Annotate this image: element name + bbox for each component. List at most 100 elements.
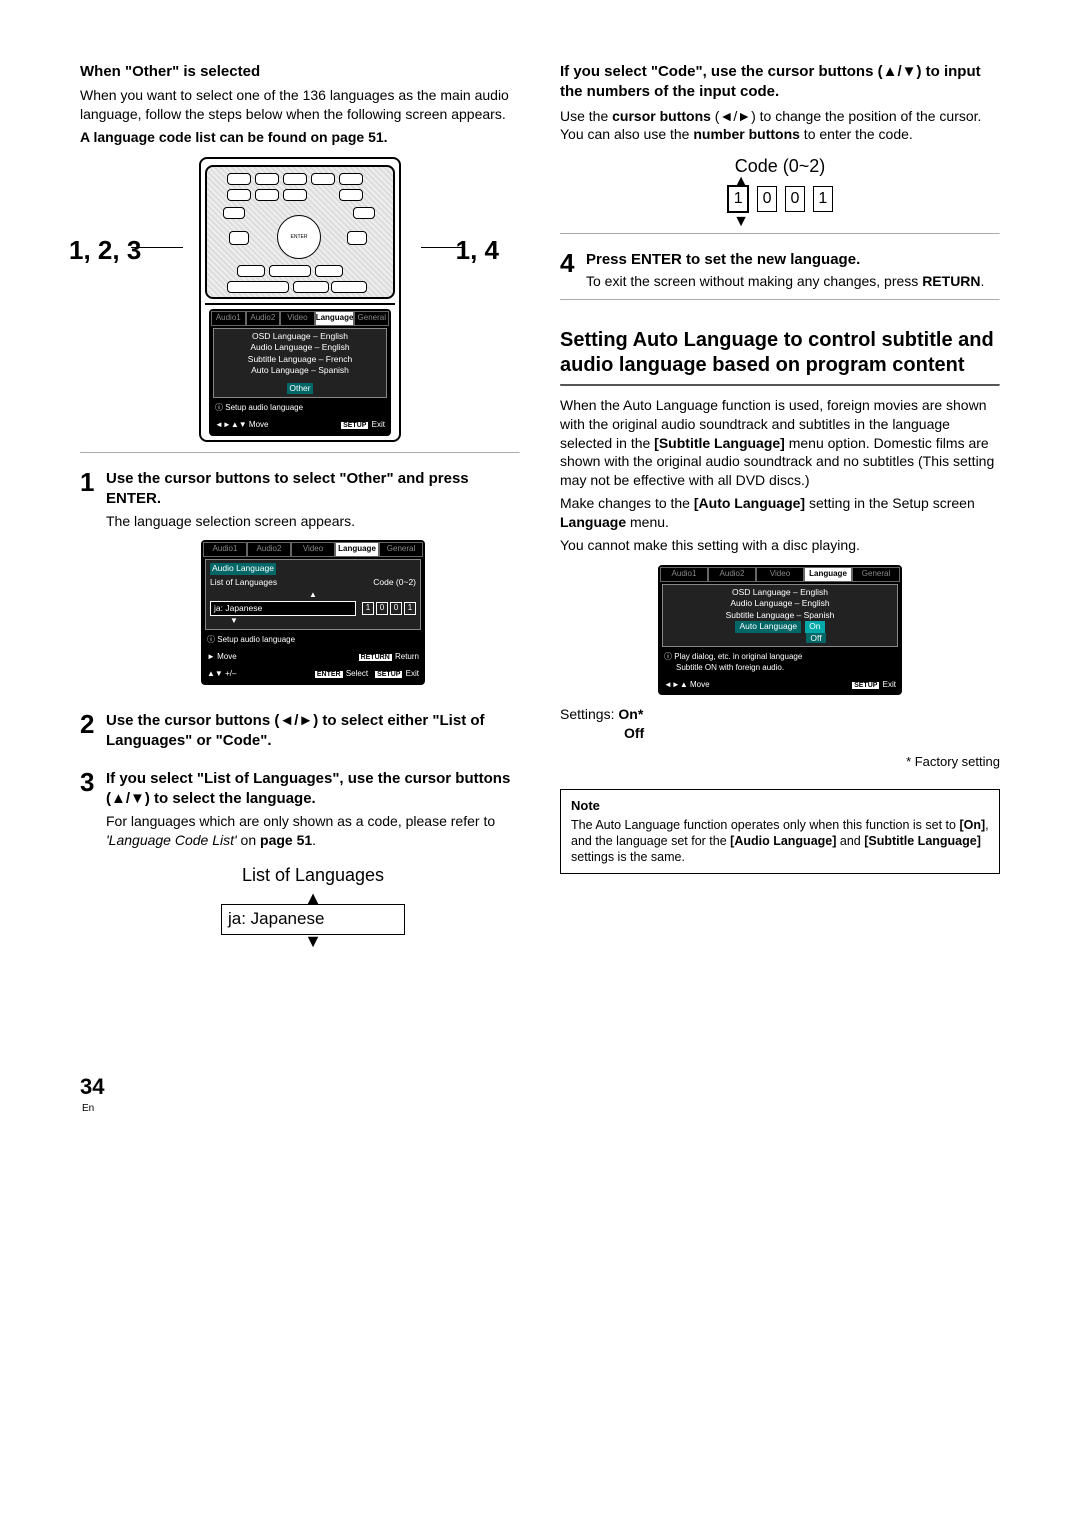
note-box: Note The Auto Language function operates… [560, 789, 1000, 875]
text: and [836, 834, 864, 848]
osd-line-highlight: Other [287, 383, 312, 394]
left-column: When "Other" is selected When you want t… [80, 60, 520, 952]
page-number: 34 [80, 1074, 104, 1099]
tab: Video [756, 567, 804, 582]
text: The Auto Language function operates only… [571, 818, 959, 832]
osd-info: Setup audio language [225, 403, 303, 412]
osd-select: Select [346, 669, 368, 678]
auto-language-text: Make changes to the [Auto Language] sett… [560, 494, 1000, 532]
text-bold: [Auto Language] [694, 495, 805, 511]
osd-footer: ⓘ Play dialog, etc. in original language… [660, 649, 900, 677]
text-bold: cursor buttons [612, 108, 711, 124]
settings-label: Settings: [560, 706, 618, 722]
osd-line: Subtitle Language – Spanish [667, 610, 893, 621]
callout-steps-right: 1, 4 [456, 233, 499, 268]
remote-pad: ENTER [205, 165, 395, 299]
step-text: To exit the screen without making any ch… [586, 272, 1000, 291]
osd-menu-body: OSD Language – English Audio Language – … [213, 328, 387, 399]
remote-button [223, 207, 245, 219]
osd-body: Audio Language List of Languages Code (0… [205, 559, 421, 630]
text: settings is the same. [571, 850, 685, 864]
arrow-down-icon: ▼ [733, 211, 749, 233]
callout-steps-left: 1, 2, 3 [69, 233, 141, 268]
tab-active: Language [315, 311, 355, 326]
heading-when-other: When "Other" is selected [80, 62, 520, 82]
divider [80, 452, 520, 453]
osd-language-selection: Audio1 Audio2 Video Language General Aud… [201, 540, 425, 684]
remote-button [283, 173, 307, 185]
osd-auto-language: Audio1 Audio2 Video Language General OSD… [658, 565, 902, 696]
text-bold: number buttons [693, 126, 800, 142]
text-bold: page 51 [260, 832, 312, 848]
osd-line-highlight: Auto Language [735, 621, 801, 632]
text: setting in the Setup screen [805, 495, 975, 511]
lang-code: En [82, 1102, 1000, 1116]
remote-button [269, 265, 311, 277]
text: To exit the screen without making any ch… [586, 273, 922, 289]
osd-info: Play dialog, etc. in original language [674, 652, 802, 661]
remote-button [255, 173, 279, 185]
osd-footer: ⓘ Setup audio language [211, 400, 389, 417]
osd-info: Subtitle ON with foreign audio. [664, 663, 784, 674]
osd-exit: Exit [406, 669, 419, 678]
osd-footer-actions: ► Move RETURN Return [203, 649, 423, 666]
heading-auto-language: Setting Auto Language to control subtitl… [560, 328, 1000, 378]
option-off: Off [806, 633, 825, 643]
remote-button [339, 189, 363, 201]
remote-button [227, 281, 289, 293]
tab-active: Language [335, 542, 379, 557]
osd-tabs: Audio1 Audio2 Video Language General [203, 542, 423, 557]
step-number: 3 [80, 769, 106, 795]
step-1: 1 Use the cursor buttons to select "Othe… [80, 469, 520, 695]
remote-button [339, 173, 363, 185]
osd-tabs: Audio1 Audio2 Video Language General [660, 567, 900, 582]
code-digit: 0 [390, 602, 402, 615]
osd-exit: Exit [372, 420, 385, 429]
list-of-languages-figure: List of Languages ▲ ja: Japanese ▼ [106, 863, 520, 947]
text-bold: [Subtitle Language] [864, 834, 981, 848]
tab: Audio2 [247, 542, 291, 557]
callout-line [421, 247, 463, 248]
tab: Video [291, 542, 335, 557]
tab: Audio1 [211, 311, 246, 326]
osd-move: Move [249, 420, 269, 429]
remote-button [227, 189, 251, 201]
remote-button [331, 281, 367, 293]
code-digit: 0 [785, 186, 805, 212]
when-other-text: When you want to select one of the 136 l… [80, 86, 520, 124]
heading-code-select: If you select "Code", use the cursor but… [560, 62, 1000, 103]
step-4: 4 Press ENTER to set the new language. T… [560, 250, 1000, 291]
osd-line: Subtitle Language – French [218, 354, 382, 365]
step-text: For languages which are only shown as a … [106, 812, 520, 850]
remote-button [315, 265, 343, 277]
setup-badge: SETUP [852, 682, 879, 689]
step-text: The language selection screen appears. [106, 512, 520, 531]
tab: General [852, 567, 900, 582]
text: . [312, 832, 316, 848]
osd-line: OSD Language – English [218, 331, 382, 342]
osd-move: Move [217, 652, 237, 661]
step-number: 2 [80, 711, 106, 737]
setup-badge: SETUP [341, 422, 368, 429]
step-number: 4 [560, 250, 586, 276]
osd-plusminus: +/– [225, 669, 236, 678]
code-list-note: A language code list can be found on pag… [80, 128, 520, 147]
code-digit: 0 [376, 602, 388, 615]
step-number: 1 [80, 469, 106, 495]
text: . [981, 273, 985, 289]
text-bold: [Audio Language] [730, 834, 836, 848]
code-instruction: Use the cursor buttons (◄/►) to change t… [560, 107, 1000, 145]
text: For languages which are only shown as a … [106, 813, 495, 829]
text-bold: [Subtitle Language] [654, 435, 785, 451]
step-2: 2 Use the cursor buttons (◄/►) to select… [80, 711, 520, 754]
list-of-languages-label: List of Languages [210, 577, 277, 588]
arrow-down-icon: ▼ [106, 935, 520, 948]
remote-button [227, 173, 251, 185]
code-digit: 1 [813, 186, 833, 212]
tab: Audio2 [708, 567, 756, 582]
note-title: Note [571, 798, 989, 815]
figure-label: Code (0~2) [560, 154, 1000, 178]
text-italic: 'Language Code List' [106, 832, 237, 848]
tab: Audio2 [246, 311, 281, 326]
remote-button [237, 265, 265, 277]
